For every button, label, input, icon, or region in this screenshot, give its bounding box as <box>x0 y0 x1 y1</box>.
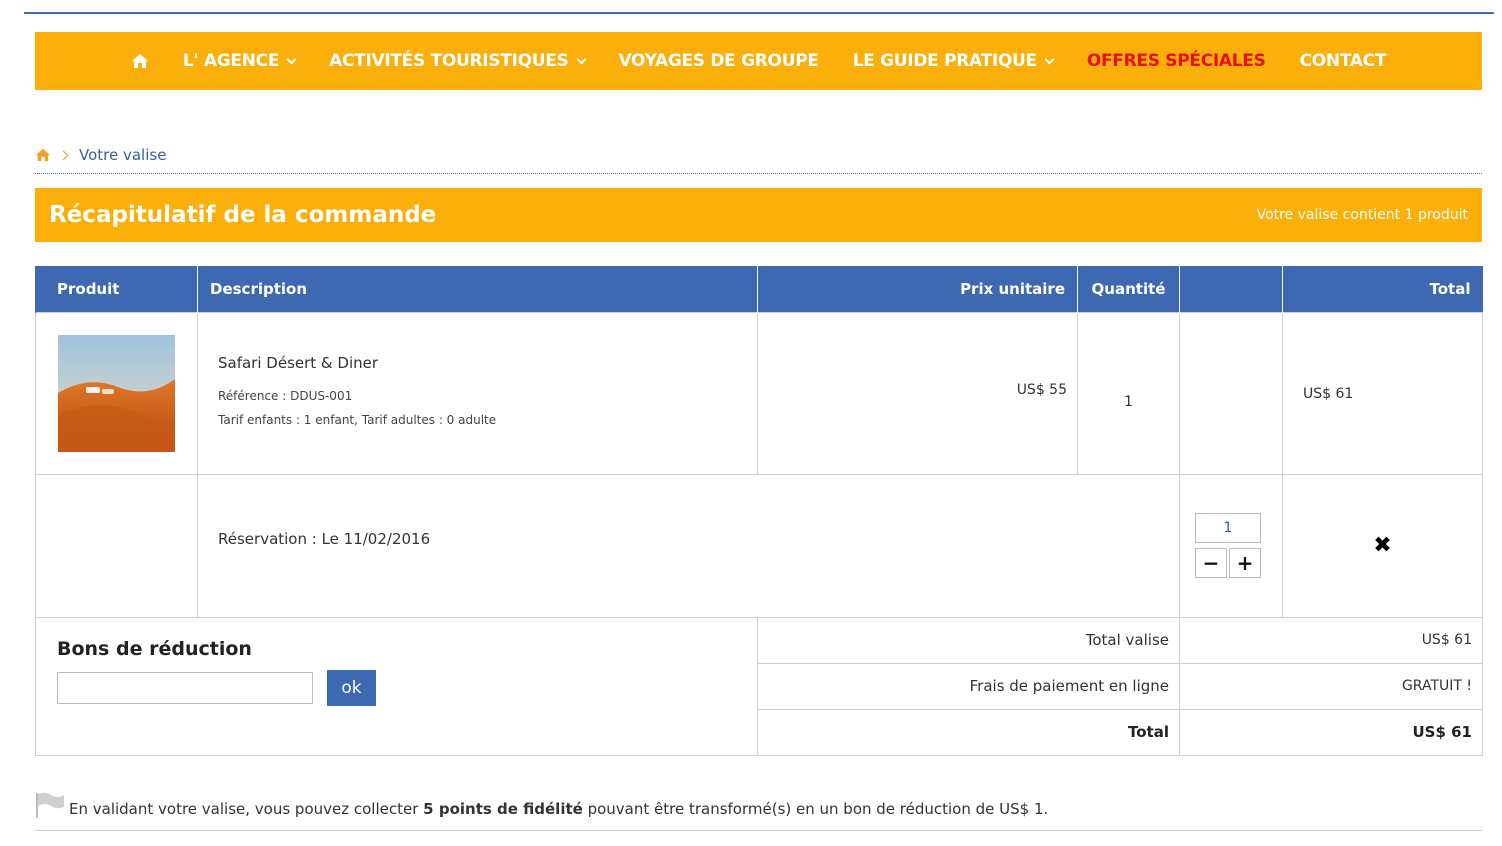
nav-item-voyages-groupe[interactable]: VOYAGES DE GROUPE <box>619 51 819 71</box>
col-header-blank <box>1179 266 1283 312</box>
col-header-product: Produit <box>35 266 198 312</box>
cart-count: Votre valise contient 1 produit <box>1256 207 1468 223</box>
empty-cell <box>1179 311 1283 475</box>
coupon-title: Bons de réduction <box>57 637 252 660</box>
chevron-right-icon <box>58 150 69 160</box>
loyalty-points: 5 points de fidélité <box>423 800 583 818</box>
nav-item-guide-pratique[interactable]: LE GUIDE PRATIQUE <box>852 51 1055 71</box>
nav-item-contact[interactable]: CONTACT <box>1300 51 1387 71</box>
line-total: US$ 61 <box>1303 386 1354 402</box>
nav-label: OFFRES SPÉCIALES <box>1086 51 1266 71</box>
totals-row: Bons de réduction ok Total valise US$ 61 <box>35 616 1483 756</box>
home-icon <box>131 54 148 68</box>
page-title: Récapitulatif de la commande <box>49 202 437 228</box>
unit-price: US$ 55 <box>1016 381 1067 398</box>
nav-item-offres-speciales[interactable]: OFFRES SPÉCIALES <box>1087 51 1266 71</box>
col-header-unit-price: Prix unitaire <box>757 266 1078 312</box>
main-nav: L' AGENCE ACTIVITÉS TOURISTIQUES VOYAGES… <box>35 32 1482 90</box>
breadcrumb-current: Votre valise <box>79 146 167 164</box>
unit-price-cell: US$ 55 <box>757 311 1078 475</box>
quantity-stepper-cell: − + <box>1179 473 1283 618</box>
quantity-input[interactable] <box>1195 513 1261 543</box>
table-row: Safari Désert & Diner Référence : DDUS-0… <box>35 311 1483 475</box>
coupon-ok-button[interactable]: ok <box>327 669 376 706</box>
product-reference: Référence : DDUS-001 <box>218 389 353 403</box>
quantity-stepper: − + <box>1195 513 1261 578</box>
reservation-date: Réservation : Le 11/02/2016 <box>218 529 431 548</box>
loyalty-prefix: En validant votre valise, vous pouvez co… <box>69 800 419 818</box>
remove-icon[interactable]: ✖ <box>1373 533 1391 558</box>
product-tariffs: Tarif enfants : 1 enfant, Tarif adultes … <box>218 413 497 427</box>
line-total-cell: US$ 61 <box>1282 311 1483 475</box>
remove-cell: ✖ <box>1282 473 1483 618</box>
nav-label: ACTIVITÉS TOURISTIQUES <box>329 51 569 71</box>
nav-label: LE GUIDE PRATIQUE <box>852 51 1037 71</box>
product-description-cell: Safari Désert & Diner Référence : DDUS-0… <box>197 311 758 475</box>
col-header-description: Description <box>197 266 758 312</box>
nav-item-activites[interactable]: ACTIVITÉS TOURISTIQUES <box>329 51 586 71</box>
nav-item-agence[interactable]: L' AGENCE <box>182 51 297 71</box>
chevron-down-icon <box>576 54 586 64</box>
breadcrumb-divider <box>35 173 1482 174</box>
quantity-value: 1 <box>1124 393 1133 410</box>
flag-icon <box>36 792 64 818</box>
top-divider <box>24 12 1494 14</box>
decrement-button[interactable]: − <box>1195 548 1227 578</box>
nav-label: L' AGENCE <box>182 51 280 71</box>
nav-label: CONTACT <box>1299 51 1387 71</box>
loyalty-suffix: pouvant être transformé(s) en un bon de … <box>587 800 1049 818</box>
product-image[interactable] <box>58 334 175 452</box>
product-image-cell <box>35 311 198 475</box>
bottom-divider <box>35 830 1482 831</box>
fees-label: Frais de paiement en ligne <box>757 662 1180 710</box>
cart-table: Produit Description Prix unitaire Quanti… <box>35 266 1483 756</box>
coupon-input[interactable] <box>57 671 313 704</box>
reservation-cell: Réservation : Le 11/02/2016 <box>197 473 1180 618</box>
coupon-section: Bons de réduction ok <box>35 616 758 756</box>
increment-button[interactable]: + <box>1229 548 1261 578</box>
table-header-row: Produit Description Prix unitaire Quanti… <box>35 266 1483 312</box>
total-value: US$ 61 <box>1179 708 1483 756</box>
nav-home[interactable] <box>131 53 149 69</box>
fees-value: GRATUIT ! <box>1179 662 1483 710</box>
subtotal-label: Total valise <box>757 616 1180 664</box>
table-row: Réservation : Le 11/02/2016 − + ✖ <box>35 473 1483 618</box>
chevron-down-icon <box>1044 54 1055 64</box>
chevron-down-icon <box>286 54 297 64</box>
loyalty-notice: En validant votre valise, vous pouvez co… <box>35 792 1048 818</box>
breadcrumb: Votre valise <box>35 146 166 164</box>
quantity-cell: 1 <box>1077 311 1180 475</box>
product-name[interactable]: Safari Désert & Diner <box>218 354 757 372</box>
empty-cell <box>35 473 198 618</box>
subtotal-value: US$ 61 <box>1179 616 1483 664</box>
order-summary-bar: Récapitulatif de la commande Votre valis… <box>35 188 1482 242</box>
total-label: Total <box>757 708 1180 756</box>
col-header-quantity: Quantité <box>1077 266 1180 312</box>
col-header-total: Total <box>1282 266 1483 312</box>
home-icon[interactable] <box>35 148 51 162</box>
nav-label: VOYAGES DE GROUPE <box>618 51 819 71</box>
